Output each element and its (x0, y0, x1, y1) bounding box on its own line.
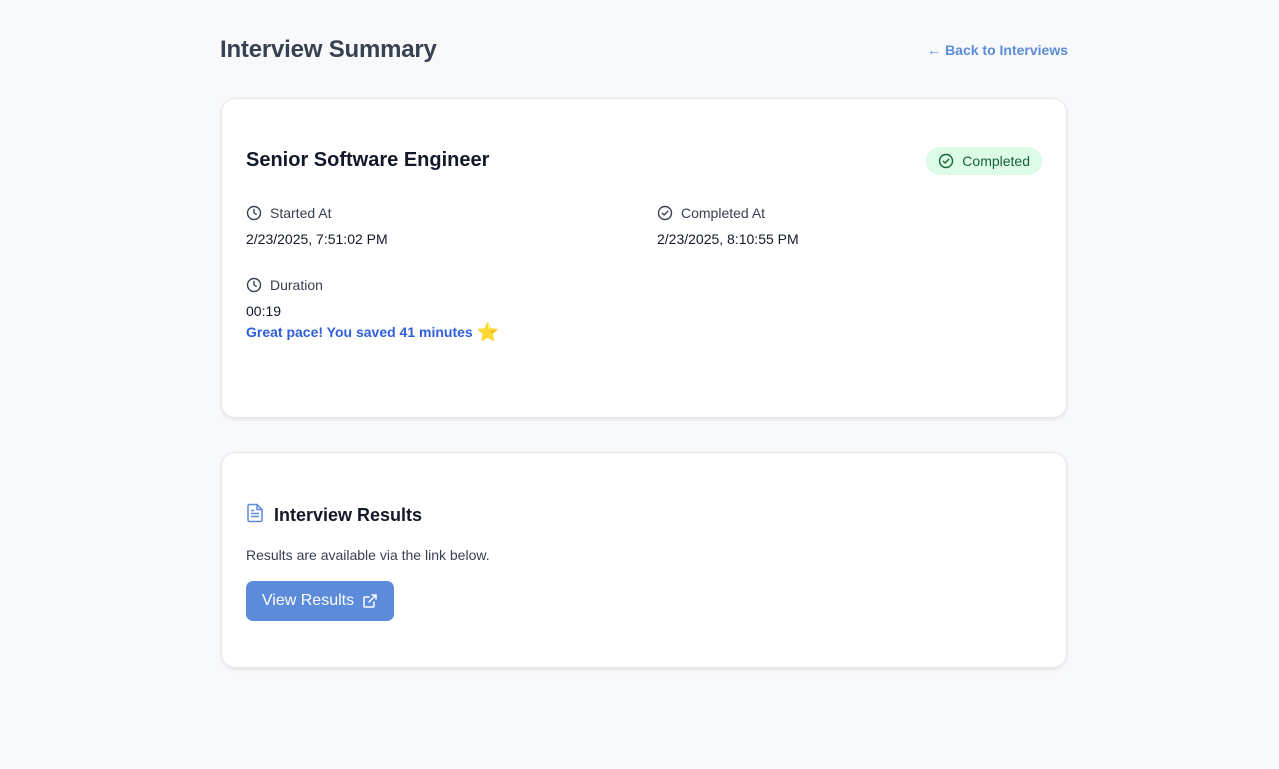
back-to-interviews-link[interactable]: ← Back to Interviews (927, 42, 1068, 58)
job-title: Senior Software Engineer (246, 149, 490, 171)
results-title: Interview Results (274, 505, 423, 525)
page-title: Interview Summary (220, 36, 437, 63)
results-header: Interview Results (246, 503, 422, 528)
external-link-icon (362, 593, 378, 609)
clock-icon (246, 205, 262, 221)
check-circle-icon (938, 153, 954, 169)
status-badge: Completed (926, 147, 1042, 175)
status-label: Completed (962, 153, 1030, 169)
duration-field: Duration 00:19 Great pace! You saved 41 … (246, 275, 499, 341)
started-at-field: Started At 2/23/2025, 7:51:02 PM (246, 203, 388, 247)
duration-value: 00:19 (246, 303, 282, 319)
star-icon: ⭐ (476, 322, 500, 342)
duration-label: Duration (270, 277, 323, 293)
results-description: Results are available via the link below… (246, 547, 490, 563)
view-results-label: View Results (261, 592, 355, 609)
page-header: Interview Summary ← Back to Interviews (220, 30, 1068, 70)
pace-note-text: Great pace! You saved 41 minutes (246, 324, 473, 340)
completed-at-field: Completed At 2/23/2025, 8:10:55 PM (657, 203, 799, 247)
check-circle-icon (657, 205, 673, 221)
interview-summary-card: Senior Software Engineer Completed Start… (221, 98, 1067, 418)
interview-summary-page: Interview Summary ← Back to Interviews S… (0, 0, 1279, 769)
interview-results-card: Interview Results Results are available … (221, 452, 1067, 668)
arrow-left-icon: ← (927, 42, 942, 58)
document-icon (246, 503, 264, 528)
view-results-button[interactable]: View Results (246, 581, 394, 621)
back-link-label: Back to Interviews (945, 42, 1068, 58)
clock-icon (246, 277, 262, 293)
completed-at-value: 2/23/2025, 8:10:55 PM (657, 231, 799, 247)
completed-at-label: Completed At (681, 205, 766, 221)
pace-note: Great pace! You saved 41 minutes ⭐ (246, 323, 499, 341)
started-at-label: Started At (270, 205, 332, 221)
started-at-value: 2/23/2025, 7:51:02 PM (246, 231, 388, 247)
